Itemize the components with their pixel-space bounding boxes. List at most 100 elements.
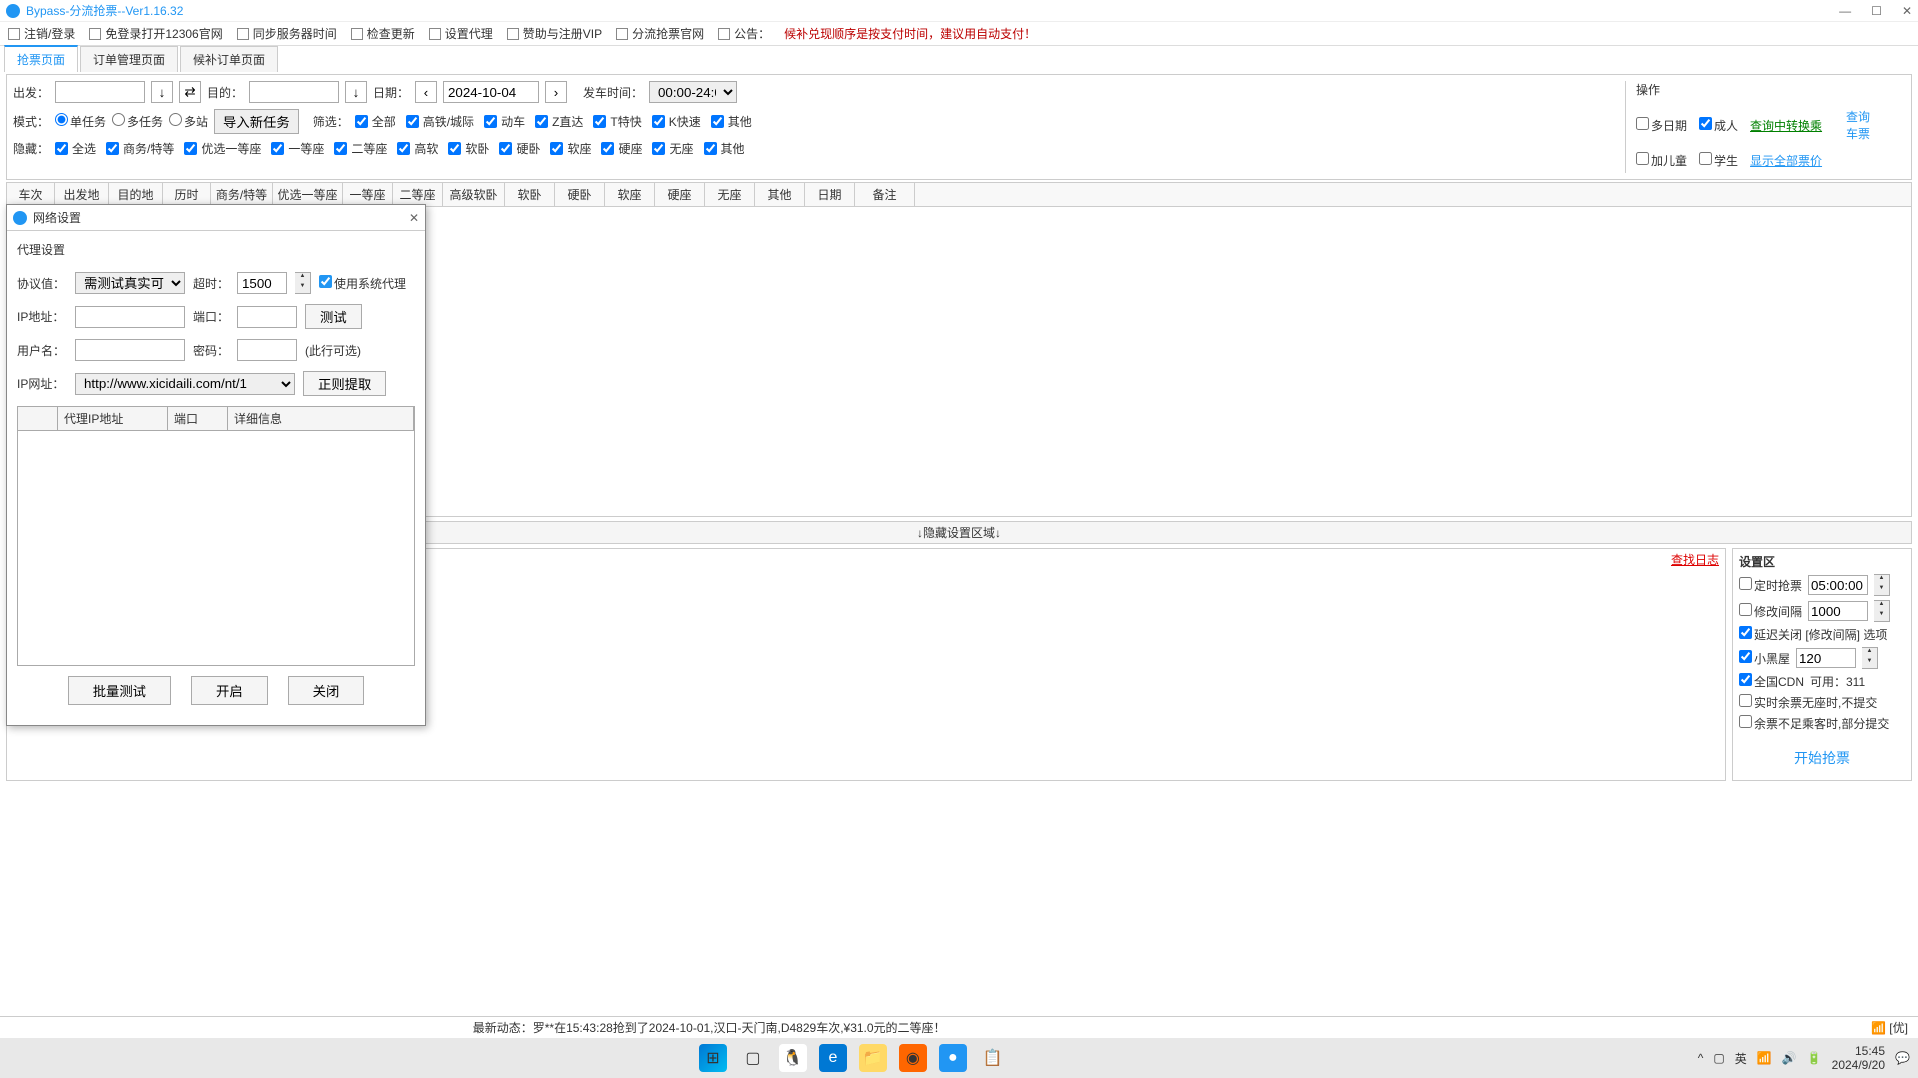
cb-seattype-0[interactable]: 全选 [55, 140, 96, 157]
tray-battery-icon[interactable]: 🔋 [1807, 1051, 1822, 1065]
menu-announce-label: 公告： [718, 25, 770, 42]
cb-seattype-4[interactable]: 二等座 [334, 140, 387, 157]
cb-seattype-7[interactable]: 硬卧 [499, 140, 540, 157]
date-next[interactable]: › [545, 81, 567, 103]
cb-noseat[interactable]: 实时余票无座时,不提交 [1739, 694, 1877, 711]
ops-title: 操作 [1636, 81, 1905, 98]
timeout-input[interactable] [237, 272, 287, 294]
app-icon-1[interactable]: ◉ [899, 1044, 927, 1072]
menu-logout[interactable]: 注销/登录 [8, 25, 75, 42]
cb-seattype-1[interactable]: 商务/特等 [106, 140, 174, 157]
menu-checkupdate[interactable]: 检查更新 [351, 25, 415, 42]
ip-input[interactable] [75, 306, 185, 328]
link-showall[interactable]: 显示全部票价 [1750, 152, 1822, 169]
minimize-button[interactable]: — [1839, 4, 1851, 18]
cb-adult[interactable]: 成人 [1699, 117, 1738, 134]
cb-student[interactable]: 学生 [1699, 152, 1738, 169]
dest-dropdown[interactable]: ↓ [345, 81, 367, 103]
tray-ime[interactable]: 英 [1735, 1050, 1747, 1067]
close-proxy-button[interactable]: 关闭 [288, 676, 365, 705]
link-transfer[interactable]: 查询中转换乘 [1750, 117, 1822, 134]
start-icon[interactable]: ⊞ [699, 1044, 727, 1072]
import-task-button[interactable]: 导入新任务 [214, 109, 299, 134]
cb-traintype-1[interactable]: 高铁/城际 [406, 113, 474, 130]
cb-interval[interactable]: 修改间隔 [1739, 603, 1802, 620]
col-6: 一等座 [343, 183, 393, 206]
time-select[interactable]: 00:00-24:00 [649, 81, 737, 103]
timed-input[interactable] [1808, 575, 1868, 595]
cb-multidate[interactable]: 多日期 [1636, 117, 1687, 134]
protocol-select[interactable]: 需测试真实可用 [75, 272, 185, 294]
cb-seattype-6[interactable]: 软卧 [448, 140, 489, 157]
menu-synctime[interactable]: 同步服务器时间 [237, 25, 337, 42]
date-input[interactable] [443, 81, 539, 103]
find-log-link[interactable]: 查找日志 [1671, 551, 1719, 568]
cb-sysproxy[interactable]: 使用系统代理 [319, 275, 406, 292]
user-input[interactable] [75, 339, 185, 361]
swap-button[interactable]: ⇄ [179, 81, 201, 103]
mode-label: 模式： [13, 113, 49, 130]
cb-seattype-10[interactable]: 无座 [652, 140, 693, 157]
tray-chevron-icon[interactable]: ^ [1698, 1051, 1704, 1065]
explorer-icon[interactable]: 📁 [859, 1044, 887, 1072]
cb-traintype-3[interactable]: Z直达 [535, 113, 583, 130]
start-button[interactable]: 开始抢票 [1739, 740, 1905, 776]
tab-orders[interactable]: 订单管理页面 [80, 46, 178, 72]
time-label: 发车时间： [583, 84, 643, 101]
tray-wifi-icon[interactable]: 📶 [1757, 1051, 1772, 1065]
mode-single[interactable]: 单任务 [55, 113, 106, 130]
mode-multistation[interactable]: 多站 [169, 113, 208, 130]
cb-traintype-6[interactable]: 其他 [711, 113, 752, 130]
regex-button[interactable]: 正则提取 [303, 371, 386, 396]
batch-test-button[interactable]: 批量测试 [68, 676, 171, 705]
cb-seattype-9[interactable]: 硬座 [601, 140, 642, 157]
depart-dropdown[interactable]: ↓ [151, 81, 173, 103]
cb-partial[interactable]: 余票不足乘客时,部分提交 [1739, 715, 1889, 732]
pass-input[interactable] [237, 339, 297, 361]
open-button[interactable]: 开启 [191, 676, 268, 705]
interval-input[interactable] [1808, 601, 1868, 621]
cb-seattype-2[interactable]: 优选一等座 [184, 140, 261, 157]
tab-waitlist[interactable]: 候补订单页面 [180, 46, 278, 72]
cb-delay[interactable]: 延迟关闭 [修改间隔] 选项 [1739, 626, 1887, 643]
cb-seattype-5[interactable]: 高软 [397, 140, 438, 157]
date-prev[interactable]: ‹ [415, 81, 437, 103]
tray-volume-icon[interactable]: 🔊 [1782, 1051, 1797, 1065]
port-input[interactable] [237, 306, 297, 328]
cb-seattype-3[interactable]: 一等座 [271, 140, 324, 157]
menu-vip[interactable]: 赞助与注册VIP [507, 25, 602, 42]
menu-website[interactable]: 分流抢票官网 [616, 25, 704, 42]
menu-proxy[interactable]: 设置代理 [429, 25, 493, 42]
cb-timed[interactable]: 定时抢票 [1739, 577, 1802, 594]
cb-traintype-4[interactable]: T特快 [593, 113, 641, 130]
cb-traintype-2[interactable]: 动车 [484, 113, 525, 130]
cb-traintype-5[interactable]: K快速 [652, 113, 701, 130]
bypass-icon[interactable]: ● [939, 1044, 967, 1072]
cb-seattype-8[interactable]: 软座 [550, 140, 591, 157]
depart-input[interactable] [55, 81, 145, 103]
test-button[interactable]: 测试 [305, 304, 362, 329]
query-button[interactable]: 查询 车票 [1834, 102, 1882, 148]
cb-blackroom[interactable]: 小黑屋 [1739, 650, 1790, 667]
maximize-button[interactable]: ☐ [1871, 4, 1882, 18]
blackroom-input[interactable] [1796, 648, 1856, 668]
app-icon-2[interactable]: 📋 [979, 1044, 1007, 1072]
dest-input[interactable] [249, 81, 339, 103]
ipurl-select[interactable]: http://www.xicidaili.com/nt/1 [75, 373, 295, 395]
taskview-icon[interactable]: ▢ [739, 1044, 767, 1072]
edge-icon[interactable]: e [819, 1044, 847, 1072]
qq-icon[interactable]: 🐧 [779, 1044, 807, 1072]
dialog-close-button[interactable]: ✕ [409, 211, 419, 225]
port-label: 端口： [193, 308, 229, 325]
cb-traintype-0[interactable]: 全部 [355, 113, 396, 130]
cb-seattype-11[interactable]: 其他 [704, 140, 745, 157]
close-button[interactable]: ✕ [1902, 4, 1912, 18]
cb-cdn[interactable]: 全国CDN [1739, 673, 1804, 690]
tray-clock[interactable]: 15:45 2024/9/20 [1832, 1044, 1885, 1073]
tray-notification-icon[interactable]: 💬 [1895, 1051, 1910, 1065]
tab-grab[interactable]: 抢票页面 [4, 45, 78, 72]
tray-monitor-icon[interactable]: ▢ [1713, 1051, 1724, 1065]
menu-open12306[interactable]: 免登录打开12306官网 [89, 25, 222, 42]
cb-child[interactable]: 加儿童 [1636, 152, 1687, 169]
mode-multi[interactable]: 多任务 [112, 113, 163, 130]
